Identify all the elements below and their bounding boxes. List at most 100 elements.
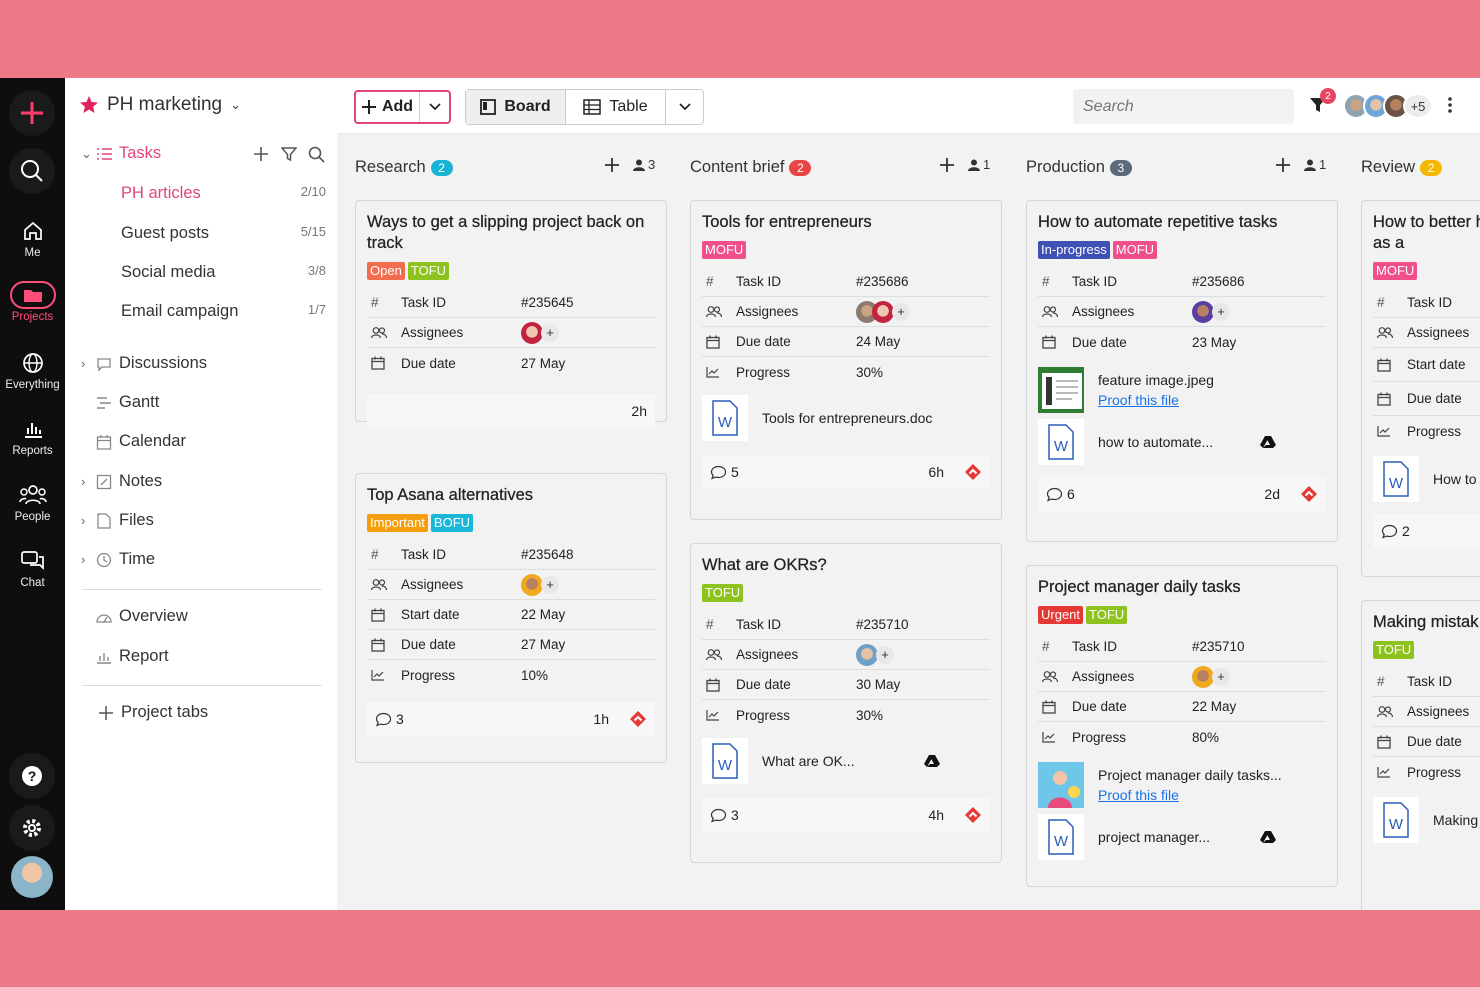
task-card[interactable]: Ways to get a slipping project back on t… [355,200,667,428]
calendar-icon [95,433,113,451]
sidebar-item-overview[interactable]: Overview [95,607,188,626]
field-label: Assignees [401,325,464,340]
board-view-button[interactable]: Board [466,90,566,124]
time-estimate: 2h [631,403,647,419]
avatar[interactable] [1192,665,1214,688]
search-icon[interactable] [308,146,325,163]
task-card[interactable]: Top Asana alternatives Important BOFU # Ta… [355,473,667,763]
task-card[interactable]: How to automate repetitive tasks In-prog… [1026,200,1338,542]
sidebar-item-discussions[interactable]: › Discussions [81,354,207,373]
add-assignee-button[interactable]: + [1212,302,1230,321]
add-dropdown[interactable] [420,103,449,111]
column-assignees[interactable]: 1 [1304,157,1326,172]
task-card[interactable]: How to better h deadlines as a MOFU # Tas… [1361,200,1480,577]
table-view-button[interactable]: Table [566,90,666,124]
field-row: Progress [1373,757,1480,787]
add-assignee-button[interactable]: + [1212,667,1230,686]
avatar[interactable] [521,321,543,344]
field-row: Assignees + [702,640,990,670]
search-input[interactable] [1073,89,1294,124]
rail-everything[interactable]: Everything [0,350,65,391]
member-avatars[interactable]: +5 [1343,93,1433,119]
add-assignee-button[interactable]: + [876,645,894,664]
sidebar-item-notes[interactable]: › Notes [81,472,162,491]
google-drive-icon [1260,436,1276,448]
avatar[interactable] [872,300,894,323]
sidebar-item-gantt[interactable]: Gantt [95,393,159,412]
task-list-item[interactable]: Social media 3/8 [121,263,326,282]
more-views-dropdown[interactable] [666,90,703,124]
attachment[interactable]: feature image.jpeg Proof this file [1038,365,1326,415]
svg-text:W: W [718,757,733,774]
task-list-item[interactable]: Guest posts 5/15 [121,224,326,243]
comment-icon [710,465,727,480]
proof-file-link[interactable]: Proof this file [1098,787,1326,803]
project-switcher[interactable]: PH marketing ⌄ [79,94,241,116]
field-row: Due date 22 May [1038,692,1326,722]
rail-chat[interactable]: Chat [0,548,65,589]
chevron-down-icon: ⌄ [81,145,92,161]
attachment[interactable]: W Making [1373,795,1480,845]
user-avatar[interactable] [11,856,53,898]
people-icon [1038,305,1064,318]
task-list-item[interactable]: PH articles 2/10 [121,184,326,203]
card-footer: 2 [1373,514,1480,548]
time-estimate: 1h [593,711,609,727]
column-assignees[interactable]: 3 [633,157,655,172]
add-task-icon[interactable] [605,157,619,172]
attachment[interactable]: Project manager daily tasks... Proof this… [1038,760,1326,810]
clock-icon [95,551,113,569]
add-task-list-icon[interactable] [253,146,269,162]
proof-file-link[interactable]: Proof this file [1098,392,1326,408]
field-value: #235710 [1192,639,1245,654]
task-card[interactable]: Project manager daily tasks Urgent TOFU #… [1026,565,1338,887]
task-card[interactable]: Making mistak TOFU # Task ID Assignees Du… [1361,600,1480,910]
rail-me[interactable]: Me [0,218,65,259]
filter-icon[interactable] [281,146,297,162]
sidebar-item-time[interactable]: › Time [81,550,155,569]
rail-people[interactable]: People [0,482,65,523]
rail-projects[interactable]: Projects [0,281,65,323]
sidebar-item-files[interactable]: › Files [81,511,154,530]
rail-reports[interactable]: Reports [0,416,65,457]
help-button[interactable]: ? [9,753,55,799]
add-project-tab-button[interactable]: Project tabs [97,703,208,722]
field-value: 27 May [521,637,566,652]
attachment[interactable]: W Tools for entrepreneurs.doc [702,393,990,443]
add-assignee-button[interactable]: + [541,323,559,342]
field-label: Task ID [1407,674,1453,689]
add-assignee-button[interactable]: + [541,575,559,594]
create-button[interactable] [9,90,55,136]
task-list-label: Email campaign [121,302,239,320]
settings-button[interactable] [9,805,55,851]
dashboard-icon [95,608,113,626]
word-doc-icon: W [702,395,748,441]
field-value: 80% [1192,729,1220,745]
sidebar-item-calendar[interactable]: Calendar [95,432,186,451]
add-button[interactable]: Add [354,90,451,124]
avatar[interactable] [1192,300,1214,323]
add-task-icon[interactable] [1276,157,1290,172]
field-row: # Task ID #235645 [367,288,655,318]
attachment[interactable]: W What are OK... [702,736,990,786]
comment-count: 3 [396,711,404,727]
task-card[interactable]: Tools for entrepreneurs MOFU # Task ID #23… [690,200,1002,520]
field-row: # Task ID #235710 [1038,632,1326,662]
more-options-icon[interactable] [1447,96,1453,114]
field-label: Assignees [736,304,799,319]
attachment[interactable]: W How to [1373,454,1480,504]
avatar[interactable] [856,643,878,666]
add-assignee-button[interactable]: + [892,302,910,321]
task-card[interactable]: What are OKRs? TOFU # Task ID #235710 Assi… [690,543,1002,863]
add-task-icon[interactable] [940,157,954,172]
sidebar-item-report[interactable]: Report [95,647,169,666]
attachment[interactable]: W how to automate... [1038,417,1326,467]
global-search-button[interactable] [9,148,55,194]
attachment[interactable]: W project manager... [1038,812,1326,862]
avatar[interactable] [521,573,543,596]
field-value: 24 May [856,334,901,349]
tag: Important [367,514,428,532]
column-assignees[interactable]: 1 [968,157,990,172]
task-list-item[interactable]: Email campaign 1/7 [121,302,326,321]
sidebar-item-tasks[interactable]: ⌄ Tasks [81,144,161,163]
